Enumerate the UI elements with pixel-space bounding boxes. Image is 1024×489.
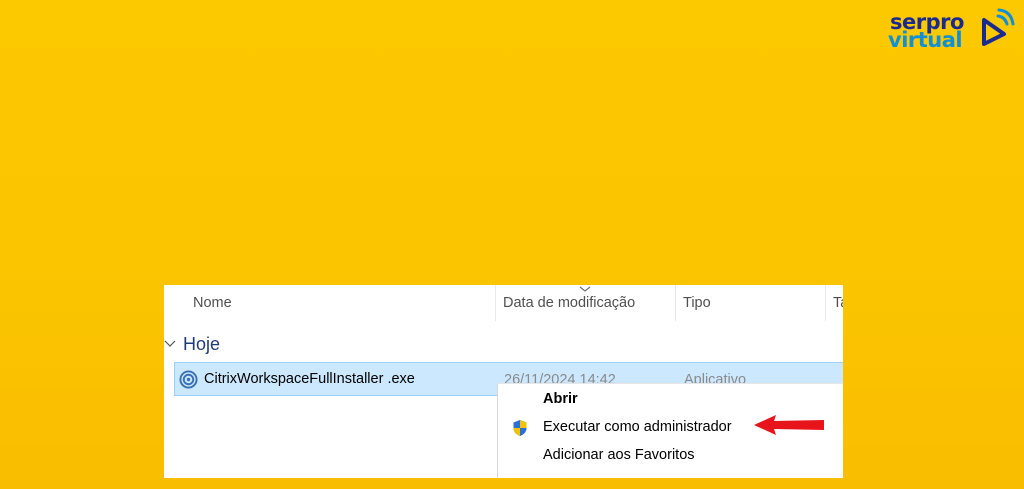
column-header-size[interactable]: Ta [833, 294, 843, 320]
group-label: Hoje [183, 333, 221, 354]
play-signal-icon [982, 8, 1015, 46]
column-divider[interactable] [825, 285, 826, 321]
menu-item-open[interactable]: Abrir [498, 388, 844, 414]
column-divider[interactable] [675, 285, 676, 321]
file-name: CitrixWorkspaceFullInstaller .exe [204, 371, 415, 387]
serpro-virtual-logo: serpro virtual [886, 8, 1016, 52]
citrix-icon [179, 370, 198, 389]
logo-text-virtual: virtual [888, 28, 963, 52]
menu-item-label: Abrir [543, 391, 578, 407]
menu-item-label: Adicionar aos Favoritos [543, 447, 695, 463]
sort-chevron-down-icon[interactable] [578, 285, 592, 293]
menu-item-label: Executar como administrador [543, 419, 732, 435]
chevron-down-icon[interactable] [164, 338, 176, 350]
column-divider[interactable] [495, 285, 496, 321]
menu-item-add-favorites[interactable]: Adicionar aos Favoritos [498, 444, 844, 470]
column-header-date[interactable]: Data de modificação [503, 294, 635, 320]
group-header-today[interactable]: Hoje [164, 333, 220, 355]
uac-shield-icon [513, 420, 527, 436]
column-header-name[interactable]: Nome [193, 294, 232, 320]
red-arrow-icon [754, 415, 824, 435]
column-header-type[interactable]: Tipo [683, 294, 711, 320]
